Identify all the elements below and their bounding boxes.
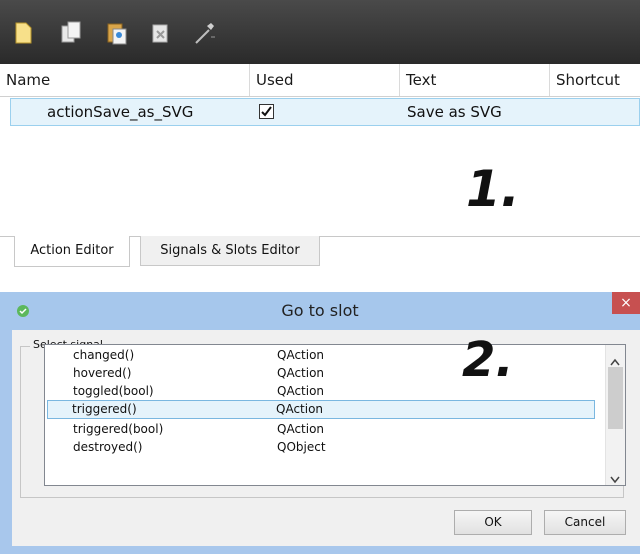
signal-name: hovered() (73, 366, 132, 380)
list-scrollbar[interactable] (605, 345, 625, 485)
toolbar (0, 0, 640, 64)
signal-name: triggered() (72, 402, 137, 416)
copy-icon[interactable] (58, 20, 84, 46)
new-action-icon[interactable] (10, 20, 36, 46)
signal-name: destroyed() (73, 440, 143, 454)
signal-class: QAction (277, 366, 325, 380)
list-item-selected[interactable]: triggered() QAction (47, 400, 595, 419)
column-header-text[interactable]: Text (400, 64, 550, 96)
cancel-button[interactable]: Cancel (544, 510, 626, 535)
ok-button[interactable]: OK (454, 510, 532, 535)
scroll-down-icon[interactable] (610, 469, 620, 485)
signal-class: QAction (277, 348, 325, 362)
action-table-header: Name Used Text Shortcut (0, 64, 640, 97)
action-text: Save as SVG (407, 103, 502, 121)
delete-icon[interactable] (148, 20, 174, 46)
annotation-marker-2: 2. (462, 332, 514, 388)
checkmark-icon (261, 106, 272, 117)
configure-icon[interactable] (192, 20, 218, 46)
column-header-shortcut[interactable]: Shortcut (550, 64, 640, 96)
tab-signals-slots-editor[interactable]: Signals & Slots Editor (140, 236, 320, 266)
dialog-title: Go to slot (281, 301, 359, 320)
signal-list[interactable]: changed() QAction hovered() QAction togg… (44, 344, 626, 486)
paste-icon[interactable] (104, 20, 130, 46)
column-header-name[interactable]: Name (0, 64, 250, 96)
scroll-thumb[interactable] (608, 367, 623, 429)
column-header-used[interactable]: Used (250, 64, 400, 96)
dialog-titlebar[interactable]: Go to slot × (0, 292, 640, 330)
signal-name: changed() (73, 348, 135, 362)
close-button[interactable]: × (612, 292, 640, 314)
tab-strip: Action Editor Signals & Slots Editor (0, 236, 640, 267)
list-item[interactable]: triggered(bool) QAction (47, 421, 595, 437)
signal-class: QObject (277, 440, 326, 454)
signal-name: toggled(bool) (73, 384, 154, 398)
used-checkbox[interactable] (259, 104, 274, 119)
signal-class: QAction (277, 422, 325, 436)
signal-name: triggered(bool) (73, 422, 164, 436)
go-to-slot-dialog: Go to slot × Select signal OK Cancel cha… (0, 292, 640, 554)
list-item[interactable]: destroyed() QObject (47, 439, 595, 455)
action-row[interactable]: actionSave_as_SVG Save as SVG (10, 98, 640, 126)
signal-class: QAction (277, 384, 325, 398)
tab-action-editor[interactable]: Action Editor (14, 236, 130, 267)
signal-class: QAction (276, 402, 324, 416)
annotation-marker-1: 1. (466, 160, 520, 218)
action-name: actionSave_as_SVG (47, 103, 194, 121)
